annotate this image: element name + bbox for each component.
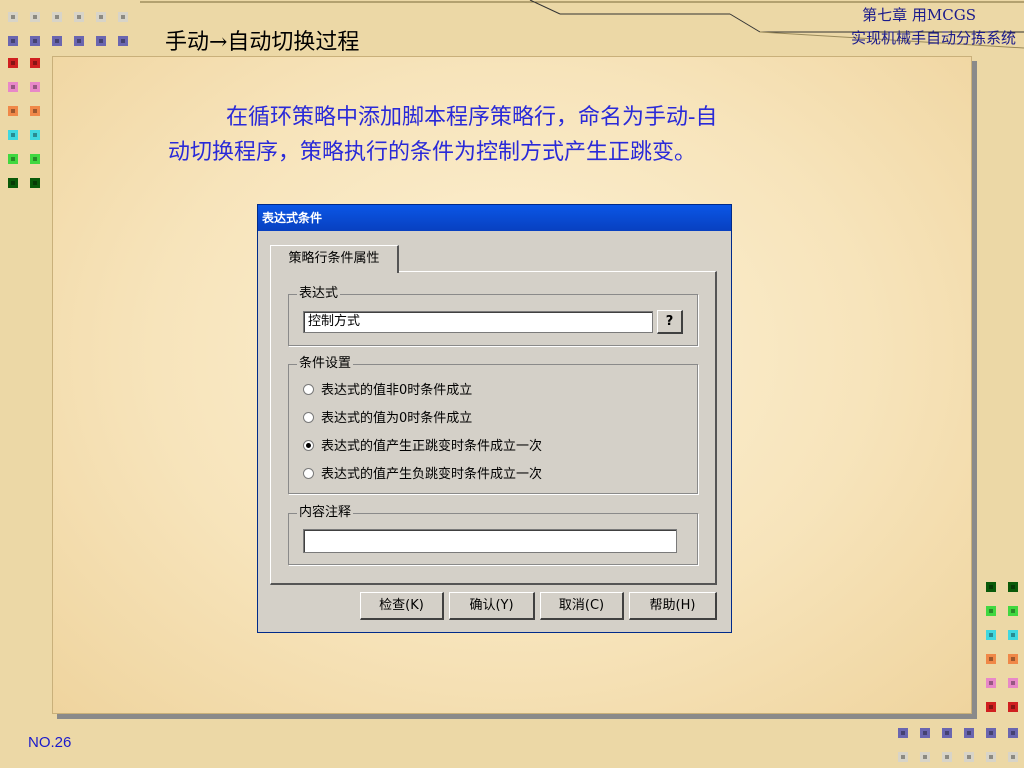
chapter-title: 第七章 用MCGS 实现机械手自动分拣系统 <box>851 4 1016 50</box>
decorative-square <box>986 630 996 640</box>
decorative-square <box>986 654 996 664</box>
decorative-square <box>8 82 18 92</box>
tab-strategy-condition-properties[interactable]: 策略行条件属性 <box>270 245 399 273</box>
decorative-square <box>1008 582 1018 592</box>
radio-button-icon[interactable] <box>303 440 314 451</box>
decorative-square <box>986 678 996 688</box>
comment-group: 内容注释 <box>288 504 698 565</box>
tab-panel: 表达式 控制方式 ? 条件设置 表达式的值非0时条件成立 表达式的值为0时条件成立… <box>270 271 717 585</box>
decorative-square <box>898 728 908 738</box>
help-button[interactable]: 帮助(H) <box>629 592 717 620</box>
radio-button-icon[interactable] <box>303 384 314 395</box>
condition-option-label: 表达式的值产生正跳变时条件成立一次 <box>321 439 543 454</box>
confirm-button[interactable]: 确认(Y) <box>449 592 535 620</box>
decorative-square <box>30 178 40 188</box>
expression-input[interactable]: 控制方式 <box>303 311 653 333</box>
page-number: NO.26 <box>28 734 72 751</box>
decorative-square <box>1008 752 1018 762</box>
cancel-button[interactable]: 取消(C) <box>540 592 624 620</box>
decorative-square <box>30 130 40 140</box>
decorative-square <box>8 154 18 164</box>
condition-settings-group: 条件设置 表达式的值非0时条件成立 表达式的值为0时条件成立表达式的值产生正跳变时… <box>288 355 698 494</box>
decorative-square <box>920 728 930 738</box>
decorative-square <box>986 728 996 738</box>
decorative-square <box>8 130 18 140</box>
radio-button-icon[interactable] <box>303 468 314 479</box>
condition-settings-label: 条件设置 <box>297 355 354 373</box>
decorative-square <box>1008 678 1018 688</box>
chapter-title-line2: 实现机械手自动分拣系统 <box>850 29 1016 47</box>
condition-option-1[interactable]: 表达式的值非0时条件成立 <box>303 381 472 401</box>
intro-line-2: 动切换程序，策略执行的条件为控制方式产生正跳变。 <box>168 140 697 165</box>
decorative-square <box>986 606 996 616</box>
decorative-square <box>964 752 974 762</box>
condition-option-2[interactable]: 表达式的值为0时条件成立 <box>303 409 472 429</box>
decorative-square <box>986 702 996 712</box>
dialog-titlebar[interactable]: 表达式条件 <box>258 205 731 231</box>
comment-input[interactable] <box>303 529 677 553</box>
condition-option-3[interactable]: 表达式的值产生正跳变时条件成立一次 <box>303 437 542 457</box>
intro-text: 在循环策略中添加脚本程序策略行，命名为手动-自 动切换程序，策略执行的条件为控制… <box>168 100 868 170</box>
comment-group-label: 内容注释 <box>297 504 354 522</box>
decorative-square <box>964 728 974 738</box>
condition-option-4[interactable]: 表达式的值产生负跳变时条件成立一次 <box>303 465 542 485</box>
decorative-square <box>30 106 40 116</box>
decorative-square <box>8 106 18 116</box>
chapter-title-line1: 第七章 用MCGS <box>862 6 976 24</box>
decorative-square <box>942 752 952 762</box>
decorative-square <box>1008 654 1018 664</box>
condition-option-label: 表达式的值为0时条件成立 <box>321 411 473 426</box>
slide-title: 手动→自动切换过程 <box>165 30 360 55</box>
decorative-square <box>1008 702 1018 712</box>
condition-option-label: 表达式的值非0时条件成立 <box>321 383 473 398</box>
expression-condition-dialog: 表达式条件 策略行条件属性 表达式 控制方式 ? 条件设置 表达式的值非0时条件… <box>257 204 732 633</box>
decorative-square <box>1008 606 1018 616</box>
decorative-square <box>30 154 40 164</box>
decorative-square <box>30 82 40 92</box>
condition-option-label: 表达式的值产生负跳变时条件成立一次 <box>321 467 543 482</box>
intro-line-1: 在循环策略中添加脚本程序策略行，命名为手动-自 <box>226 105 718 130</box>
decorative-square <box>8 178 18 188</box>
expression-group: 表达式 控制方式 ? <box>288 285 698 346</box>
expression-help-button[interactable]: ? <box>657 310 683 334</box>
radio-button-icon[interactable] <box>303 412 314 423</box>
decorative-square <box>898 752 908 762</box>
decorative-square <box>986 752 996 762</box>
decorative-square <box>1008 728 1018 738</box>
decorative-square <box>986 582 996 592</box>
expression-group-label: 表达式 <box>297 285 341 303</box>
decorative-square <box>1008 630 1018 640</box>
decorative-square <box>920 752 930 762</box>
check-button[interactable]: 检查(K) <box>360 592 444 620</box>
decorative-square <box>942 728 952 738</box>
